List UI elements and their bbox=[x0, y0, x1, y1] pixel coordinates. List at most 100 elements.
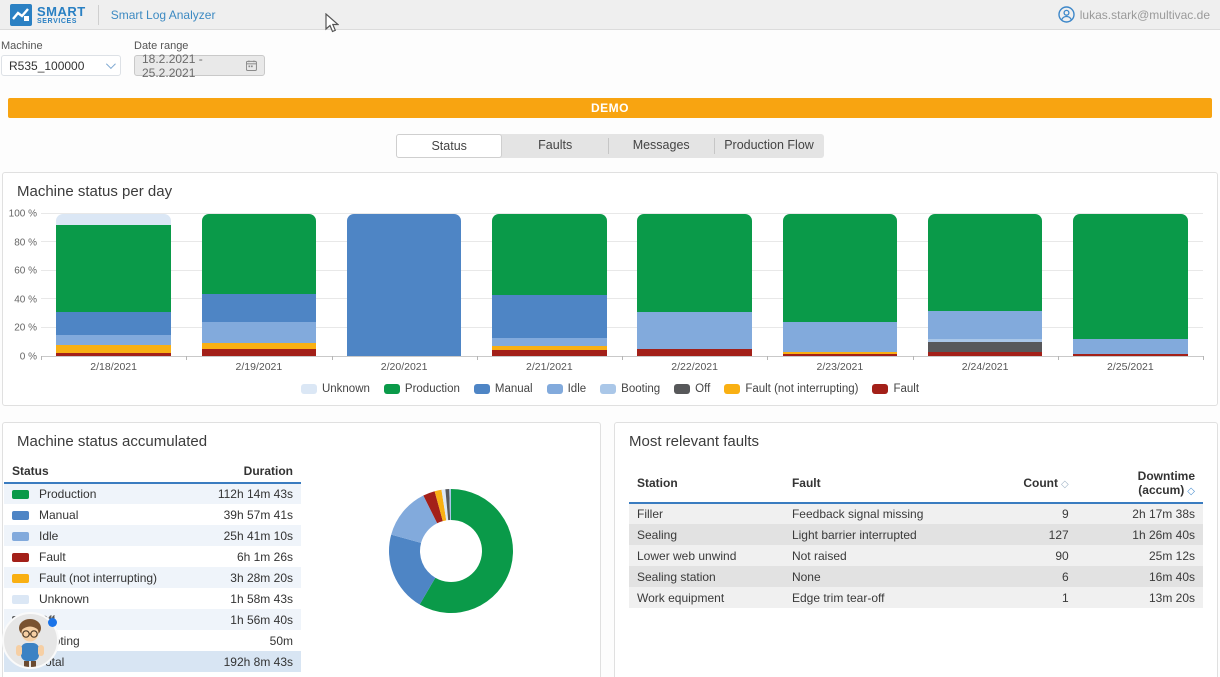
bar-segment-manual bbox=[56, 312, 171, 335]
plot-area bbox=[41, 214, 1203, 357]
bar-segment-manual bbox=[202, 294, 317, 322]
bar-segment-idle bbox=[1073, 339, 1188, 354]
fault-cell-fault: Edge trim tear-off bbox=[784, 587, 1008, 608]
status-row-manual[interactable]: Manual39h 57m 41s bbox=[4, 504, 301, 525]
bar-segment-fault bbox=[783, 354, 898, 356]
accumulated-content: Status Duration Production112h 14m 43sMa… bbox=[3, 454, 600, 672]
fault-cell-station: Work equipment bbox=[629, 587, 784, 608]
bar-segment-fault bbox=[928, 352, 1043, 356]
bottom-panels: Machine status accumulated Status Durati… bbox=[2, 422, 1218, 677]
logo-line2: SERVICES bbox=[37, 18, 86, 25]
tab-faults[interactable]: Faults bbox=[502, 134, 608, 158]
legend-swatch bbox=[474, 384, 490, 394]
fault-row-filler[interactable]: FillerFeedback signal missing92h 17m 38s bbox=[629, 503, 1203, 524]
demo-banner-text: DEMO bbox=[591, 101, 629, 115]
legend-swatch bbox=[724, 384, 740, 394]
y-axis: 0 %20 %40 %60 %80 %100 % bbox=[7, 214, 41, 357]
fault-cell-count: 9 bbox=[1008, 503, 1077, 524]
fault-row-sealing-station[interactable]: Sealing stationNone616m 40s bbox=[629, 566, 1203, 587]
legend-item-booting: Booting bbox=[600, 383, 660, 395]
faults-col-count[interactable]: Count◇ bbox=[1008, 464, 1077, 503]
fault-cell-fault: Light barrier interrupted bbox=[784, 524, 1008, 545]
duration-cell: 25h 41m 10s bbox=[194, 525, 301, 546]
status-cell: Fault (not interrupting) bbox=[4, 567, 194, 588]
stacked-bar[interactable] bbox=[637, 214, 752, 356]
tab-status[interactable]: Status bbox=[396, 134, 502, 158]
faults-table: Station Fault Count◇ Downtime (accum)◇ F… bbox=[629, 464, 1203, 608]
date-range-label: Date range bbox=[134, 40, 265, 52]
legend-swatch bbox=[547, 384, 563, 394]
bar-segment-fault bbox=[637, 349, 752, 356]
status-row-production[interactable]: Production112h 14m 43s bbox=[4, 483, 301, 504]
accumulated-header-row: Status Duration bbox=[4, 460, 301, 483]
machine-status-per-day-panel: Machine status per day 0 %20 %40 %60 %80… bbox=[2, 172, 1218, 406]
stacked-bar[interactable] bbox=[492, 214, 607, 356]
legend-label: Fault (not interrupting) bbox=[745, 383, 858, 395]
fault-row-sealing[interactable]: SealingLight barrier interrupted1271h 26… bbox=[629, 524, 1203, 545]
status-swatch bbox=[12, 490, 29, 499]
faults-col-station[interactable]: Station bbox=[629, 464, 784, 503]
sort-icon-downtime[interactable]: ◇ bbox=[1187, 486, 1195, 497]
donut-svg bbox=[376, 476, 526, 626]
legend-label: Production bbox=[405, 383, 460, 395]
faults-header-row: Station Fault Count◇ Downtime (accum)◇ bbox=[629, 464, 1203, 503]
stacked-bar[interactable] bbox=[783, 214, 898, 356]
duration-cell: 39h 57m 41s bbox=[194, 504, 301, 525]
legend-swatch bbox=[674, 384, 690, 394]
faults-col-downtime[interactable]: Downtime (accum)◇ bbox=[1077, 464, 1203, 503]
app-title[interactable]: Smart Log Analyzer bbox=[111, 8, 216, 22]
x-axis-tick bbox=[186, 356, 187, 360]
legend-label: Booting bbox=[621, 383, 660, 395]
legend-label: Manual bbox=[495, 383, 533, 395]
bar-segment-fault-not-interrupting bbox=[56, 345, 171, 354]
legend-item-fault: Fault bbox=[872, 383, 919, 395]
stacked-bar[interactable] bbox=[56, 214, 171, 356]
bar-segment-manual bbox=[492, 295, 607, 338]
sort-icon-count[interactable]: ◇ bbox=[1061, 479, 1069, 490]
bar-segment-production bbox=[1073, 214, 1188, 339]
bar-segment-idle bbox=[202, 322, 317, 343]
fault-row-lower-web-unwind[interactable]: Lower web unwindNot raised9025m 12s bbox=[629, 545, 1203, 566]
bar-segment-fault bbox=[492, 350, 607, 356]
y-tick-label: 60 % bbox=[14, 266, 37, 277]
user-menu[interactable]: lukas.stark@multivac.de bbox=[1058, 6, 1210, 23]
stacked-bar[interactable] bbox=[928, 214, 1043, 356]
status-row-fault-not-interrupting[interactable]: Fault (not interrupting)3h 28m 20s bbox=[4, 567, 301, 588]
date-range-input[interactable]: 18.2.2021 - 25.2.2021 bbox=[134, 55, 265, 76]
faults-col-fault[interactable]: Fault bbox=[784, 464, 1008, 503]
stacked-bar[interactable] bbox=[202, 214, 317, 356]
tab-messages[interactable]: Messages bbox=[608, 134, 714, 158]
smart-services-logo: SMART SERVICES bbox=[10, 4, 86, 26]
legend-swatch bbox=[384, 384, 400, 394]
bar-group-2-19-2021 bbox=[186, 214, 331, 356]
stacked-bar[interactable] bbox=[1073, 214, 1188, 356]
bar-group-2-18-2021 bbox=[41, 214, 186, 356]
legend-item-fault-not-interrupting: Fault (not interrupting) bbox=[724, 383, 858, 395]
fault-row-work-equipment[interactable]: Work equipmentEdge trim tear-off113m 20s bbox=[629, 587, 1203, 608]
status-row-fault[interactable]: Fault6h 1m 26s bbox=[4, 546, 301, 567]
duration-cell: 6h 1m 26s bbox=[194, 546, 301, 567]
tab-production-flow[interactable]: Production Flow bbox=[714, 134, 824, 158]
bar-segment-idle bbox=[56, 335, 171, 345]
legend-swatch bbox=[301, 384, 317, 394]
logo-chart-icon bbox=[10, 4, 32, 26]
status-cell: Unknown bbox=[4, 588, 194, 609]
bar-group-2-22-2021 bbox=[622, 214, 767, 356]
status-row-unknown[interactable]: Unknown1h 58m 43s bbox=[4, 588, 301, 609]
fault-cell-station: Sealing bbox=[629, 524, 784, 545]
status-cell: Production bbox=[4, 483, 194, 504]
fault-cell-count: 90 bbox=[1008, 545, 1077, 566]
filter-bar: Machine R535_100000 Date range 18.2.2021… bbox=[0, 30, 1220, 76]
bar-segment-manual bbox=[347, 214, 462, 356]
duration-cell: 1h 58m 43s bbox=[194, 588, 301, 609]
x-axis-tick bbox=[477, 356, 478, 360]
status-swatch bbox=[12, 595, 29, 604]
bar-group-2-20-2021 bbox=[332, 214, 477, 356]
bar-segment-idle bbox=[783, 322, 898, 353]
assistant-avatar-widget[interactable] bbox=[2, 612, 59, 669]
stacked-bar[interactable] bbox=[347, 214, 462, 356]
status-row-idle[interactable]: Idle25h 41m 10s bbox=[4, 525, 301, 546]
machine-select[interactable]: R535_100000 bbox=[1, 55, 121, 76]
y-tick-label: 20 % bbox=[14, 323, 37, 334]
x-axis-tick bbox=[767, 356, 768, 360]
